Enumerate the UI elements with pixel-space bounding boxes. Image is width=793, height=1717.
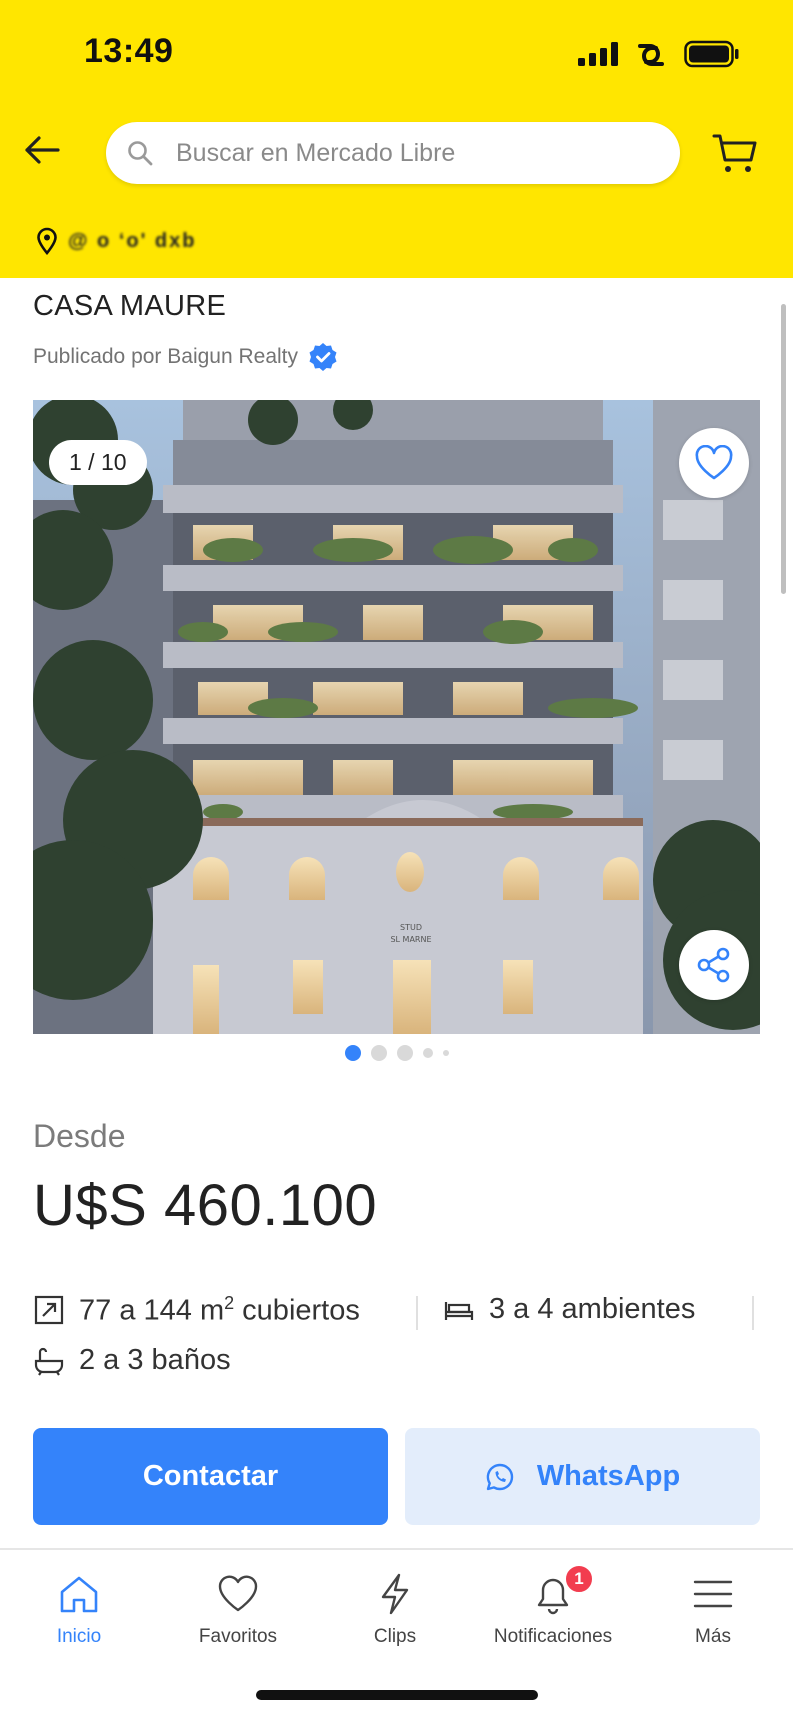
svg-text:STUD: STUD xyxy=(400,923,422,932)
location-row[interactable]: @ o ‘o' dxb xyxy=(36,226,196,256)
notification-badge: 1 xyxy=(564,1564,594,1594)
pagination-dot[interactable] xyxy=(396,1045,413,1061)
heart-icon xyxy=(218,1575,258,1612)
area-value: 77 a 144 m xyxy=(79,1294,225,1327)
nav-item-mas[interactable]: Más xyxy=(638,1572,788,1648)
nav-item-clips[interactable]: Clips xyxy=(320,1572,470,1648)
product-page: 13:49 Buscar en Mercado Libre @ o ‘o' dx… xyxy=(0,0,793,1717)
location-text: @ o ‘o' dxb xyxy=(68,229,197,252)
search-input[interactable]: Buscar en Mercado Libre xyxy=(106,122,680,184)
heart-icon xyxy=(695,445,733,480)
image-counter: 1 / 10 xyxy=(49,440,147,485)
building-photo: STUD SL MARNE xyxy=(33,400,760,1034)
cellular-signal-icon xyxy=(578,42,618,66)
publisher-text: Publicado por Baigun Realty xyxy=(33,345,299,368)
status-time: 13:49 xyxy=(84,32,174,70)
nav-item-inicio[interactable]: Inicio xyxy=(4,1572,154,1648)
publisher-line[interactable]: Publicado por Baigun Realty xyxy=(33,342,338,372)
cart-icon xyxy=(712,134,757,172)
image-gallery[interactable]: STUD SL MARNE 1 / 10 xyxy=(33,400,760,1034)
link-icon xyxy=(638,44,664,66)
scrollbar[interactable] xyxy=(781,304,786,594)
favorite-button[interactable] xyxy=(679,428,749,498)
bathtub-icon xyxy=(34,1347,64,1376)
area-superscript: 2 xyxy=(224,1293,235,1313)
verified-badge-icon xyxy=(309,343,337,371)
area-suffix: cubiertos xyxy=(234,1294,360,1327)
battery-icon xyxy=(684,40,739,68)
search-icon xyxy=(128,141,153,166)
bolt-icon xyxy=(381,1573,409,1615)
bed-icon xyxy=(444,1301,474,1320)
nav-item-favoritos[interactable]: Favoritos xyxy=(163,1572,313,1648)
feature-divider xyxy=(416,1296,418,1330)
header-bar: 13:49 Buscar en Mercado Libre @ o ‘o' dx… xyxy=(0,0,793,278)
location-pin-icon xyxy=(37,227,57,255)
feature-baths-text: 2 a 3 baños xyxy=(79,1344,231,1376)
whatsapp-button[interactable]: WhatsApp xyxy=(405,1428,760,1525)
nav-label-inicio: Inicio xyxy=(56,1626,102,1647)
area-icon xyxy=(34,1296,64,1325)
contact-button[interactable]: Contactar xyxy=(33,1428,388,1525)
share-icon xyxy=(697,947,730,983)
nav-label-favoritos: Favoritos xyxy=(198,1626,278,1647)
nav-label-mas: Más xyxy=(695,1626,731,1647)
menu-icon xyxy=(693,1580,733,1608)
feature-baths: 2 a 3 baños xyxy=(33,1344,231,1377)
pagination-dot[interactable] xyxy=(370,1045,387,1061)
nav-item-notificaciones[interactable]: 1 Notificaciones xyxy=(478,1564,628,1648)
price: U$S 460.100 xyxy=(33,1173,378,1238)
gallery-pagination[interactable] xyxy=(0,1045,793,1061)
search-placeholder: Buscar en Mercado Libre xyxy=(176,138,456,167)
nav-label-clips: Clips xyxy=(373,1626,417,1647)
whatsapp-icon xyxy=(486,1463,514,1490)
back-button[interactable] xyxy=(20,128,64,172)
feature-rooms: 3 a 4 ambientes xyxy=(443,1293,695,1326)
pagination-dot-active[interactable] xyxy=(344,1045,361,1061)
share-button[interactable] xyxy=(679,930,749,1000)
arrow-left-icon xyxy=(25,136,60,164)
pagination-dot[interactable] xyxy=(422,1048,433,1058)
feature-area-text: 77 a 144 m2 cubiertos xyxy=(79,1293,360,1328)
feature-rooms-text: 3 a 4 ambientes xyxy=(489,1293,696,1325)
home-icon xyxy=(60,1576,98,1613)
contact-button-label: Contactar xyxy=(142,1460,279,1492)
cart-button[interactable] xyxy=(710,128,760,178)
nav-label-notificaciones: Notificaciones xyxy=(493,1626,613,1647)
feature-area: 77 a 144 m2 cubiertos xyxy=(33,1293,360,1328)
price-prefix: Desde xyxy=(33,1118,126,1154)
whatsapp-button-label: WhatsApp xyxy=(536,1460,681,1492)
home-indicator[interactable] xyxy=(256,1690,538,1700)
feature-divider xyxy=(752,1296,754,1330)
pagination-dot[interactable] xyxy=(442,1050,449,1056)
listing-title: CASA MAURE xyxy=(33,290,227,322)
svg-text:SL MARNE: SL MARNE xyxy=(390,935,431,944)
